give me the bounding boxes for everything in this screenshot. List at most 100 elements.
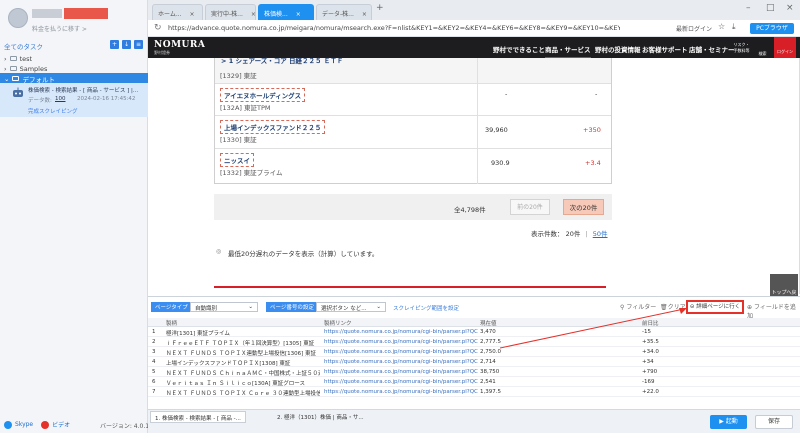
upgrade-link[interactable]: 料金を払うに移す > — [32, 24, 87, 33]
folder-icon — [12, 76, 20, 81]
play-icon: ▶ — [719, 418, 724, 425]
nav-support[interactable]: お客様サポート — [642, 44, 688, 54]
annotation-arrow — [500, 308, 687, 349]
table-row[interactable]: 2 ｉＦｒｅｅＥＴＦ ＴＯＰＩＸ（年１回決算型）[1305] 東証 https://… — [148, 338, 800, 347]
minimize-icon[interactable]: – — [746, 3, 751, 13]
search-icon[interactable]: 検索 — [754, 39, 771, 56]
stock-name-link[interactable]: アイエヌホールディングス — [220, 88, 306, 102]
tab-stock-search[interactable]: 株価検... × — [258, 4, 314, 20]
task-name: 株価検索 - 検索結果 - [ 商品 - サービス ] |... — [28, 88, 139, 94]
table-row[interactable]: 4 上場インデックスファンドＴＯＰＩＸ[1308] 東証 https://quote… — [148, 358, 800, 367]
result-tab-1[interactable]: 1. 株価検索 - 検索結果 - [ 商品 -... — [150, 411, 246, 423]
next-page-button[interactable]: 次の20件 — [563, 199, 604, 215]
task-data-count[interactable]: 100 — [55, 96, 66, 102]
close-window-icon[interactable]: × — [786, 3, 794, 13]
video-link[interactable]: ビデオ — [52, 420, 70, 429]
stock-code: [1329] 東証 — [220, 72, 257, 80]
table-row[interactable]: 7 ＮＥＸＴ ＦＵＮＤＳ ＴＯＰＩＸ Ｃｏｒｅ ３０連動型上場投信... https… — [148, 388, 800, 397]
close-icon[interactable]: × — [362, 11, 367, 18]
star-icon[interactable]: ☆ — [718, 22, 725, 31]
pager-setting-select[interactable]: 選択ボタン など... ⌄ — [316, 302, 386, 312]
tab-label: 実行中-株... — [211, 11, 243, 18]
stock-code: [1332] 東証プライム — [220, 169, 283, 177]
site-logo[interactable]: NOMURA — [154, 40, 205, 50]
close-icon[interactable]: × — [296, 11, 301, 18]
nav-products[interactable]: 商品・サービス — [545, 44, 591, 59]
url-field[interactable]: https://advance.quote.nomura.co.jp/meiga… — [168, 24, 620, 32]
data-grid-header: 製柄 製柄リンク 現在値 前日比 — [148, 318, 800, 327]
pc-browser-button[interactable]: PCブラウザ — [750, 23, 794, 34]
save-button[interactable]: 保存 — [755, 415, 793, 429]
stock-name-link[interactable]: ニッスイ — [220, 153, 254, 167]
column-header[interactable]: 製柄リンク — [324, 319, 352, 327]
detail-page-button[interactable]: ⊝ 詳細ページに行く — [686, 300, 744, 314]
table-row[interactable]: 6 Ｖｅｒｉｔａｓ Ｉｎ Ｓｉｌｉｃｏ[130A] 東証グロース https://q… — [148, 378, 800, 387]
close-icon[interactable]: × — [251, 11, 256, 18]
download-icon[interactable]: ⤓ — [732, 22, 736, 32]
per-page-sep: | — [585, 230, 588, 238]
row-index: 1 — [152, 329, 156, 335]
cell-link: https://quote.nomura.co.jp/nomura/cgi-bi… — [324, 349, 478, 355]
tab-label: ホーム... — [158, 11, 182, 18]
cell-price: 38,750 — [480, 369, 500, 375]
prev-page-button[interactable]: 前の20件 — [510, 199, 550, 215]
stock-change: - — [595, 90, 598, 98]
cell-name: 上場インデックスファンドＴＯＰＩＸ[1308] 東証 — [166, 361, 291, 367]
nav-invest-info[interactable]: 野村の投資情報 — [595, 44, 641, 54]
import-icon[interactable]: ↓ — [122, 40, 131, 49]
pager-setting-value: 選択ボタン など... — [321, 306, 367, 312]
tab-data[interactable]: データ-株... × — [316, 4, 372, 20]
skype-link[interactable]: Skype — [15, 421, 33, 428]
sort-icon[interactable]: ≡ — [134, 40, 143, 49]
result-tab-2[interactable]: 2. 極洋（1301）株価 | 商品・サ... — [273, 411, 368, 423]
table-row[interactable]: 3 ＮＥＸＴ ＦＵＮＤＳ ＴＯＰＩＸ連動型上場投信[1306] 東証 https:/… — [148, 348, 800, 357]
row-index: 3 — [152, 349, 156, 355]
page-type-select[interactable]: 自動識別 ⌄ — [190, 302, 258, 312]
table-row: 上場インデックスファンド２２５ [1330] 東証 39,960 +350 — [215, 116, 611, 149]
plus-circle-icon: ⊕ — [747, 304, 753, 311]
new-folder-icon[interactable]: + — [110, 40, 119, 49]
column-header[interactable]: 現在値 — [480, 319, 497, 327]
stock-price: 930.9 — [491, 159, 510, 167]
avatar[interactable] — [8, 8, 28, 28]
pager: 全4,798件 前の20件 次の20件 — [214, 194, 612, 220]
row-index: 2 — [152, 339, 156, 345]
risk-fee-link[interactable]: リスク・手数料等 — [733, 39, 750, 56]
cell-name: 極洋[1301] 東証プライム — [166, 331, 230, 337]
folder-label: test — [19, 54, 33, 63]
tab-home[interactable]: ホーム... × — [152, 4, 203, 20]
page-type-label: ページタイプ — [151, 302, 192, 312]
chevron-right-icon: › — [4, 64, 7, 73]
per-page: 表示件数： 20件 | 50件 — [531, 228, 608, 238]
stock-name-link[interactable]: 上場インデックスファンド２２５ — [220, 120, 326, 134]
chevron-down-icon: ⌄ — [376, 304, 381, 310]
cell-change: +790 — [642, 369, 658, 375]
nav-stores[interactable]: 店舗・セミナー — [689, 44, 735, 54]
table-row[interactable]: 5 ＮＥＸＴ ＦＵＮＤＳ ＣｈｉｎａＡＭＣ・中国株式・上証５０連動型... http… — [148, 368, 800, 377]
nav-what-we-do[interactable]: 野村でできること — [493, 44, 545, 54]
login-button[interactable]: ログイン — [774, 37, 796, 58]
stock-code: [1330] 東証 — [220, 136, 257, 144]
youtube-icon — [41, 420, 50, 429]
new-tab-icon[interactable]: + — [376, 3, 384, 13]
reload-icon[interactable]: ↻ — [154, 23, 162, 33]
cell-name: ｉＦｒｅｅＥＴＦ ＴＯＰＩＸ（年１回決算型）[1305] 東証 — [166, 341, 315, 347]
table-row: アイエヌホールディングス [132A] 東証TPM - - — [215, 84, 611, 116]
stock-change: +3.4 — [585, 159, 601, 167]
close-icon[interactable]: × — [190, 11, 195, 18]
start-label: 起動 — [725, 418, 738, 425]
tab-label: データ-株... — [322, 11, 354, 18]
stock-name-link[interactable]: > 1 シェアーズ・コア 日経２２５ ＥＴＦ — [221, 55, 343, 65]
column-header[interactable]: 製柄 — [166, 319, 177, 327]
per-page-50[interactable]: 50件 — [593, 230, 608, 238]
tasks-title: 全てのタスク — [4, 43, 43, 51]
scrape-range-link[interactable]: スクレイピング範囲を設定 — [393, 304, 459, 312]
cell-price: 2,714 — [480, 359, 496, 365]
table-row[interactable]: 1 極洋[1301] 東証プライム https://quote.nomura.co.… — [148, 328, 800, 337]
maximize-icon[interactable]: □ — [766, 3, 775, 13]
cell-name: Ｖｅｒｉｔａｓ Ｉｎ Ｓｉｌｉｃｏ[130A] 東証グロース — [166, 381, 306, 387]
per-page-label: 表示件数： — [531, 230, 564, 238]
cell-change: +22.0 — [642, 389, 659, 395]
start-button[interactable]: ▶ 起動 — [710, 415, 747, 429]
tab-running[interactable]: 実行中-株... × — [205, 4, 256, 20]
